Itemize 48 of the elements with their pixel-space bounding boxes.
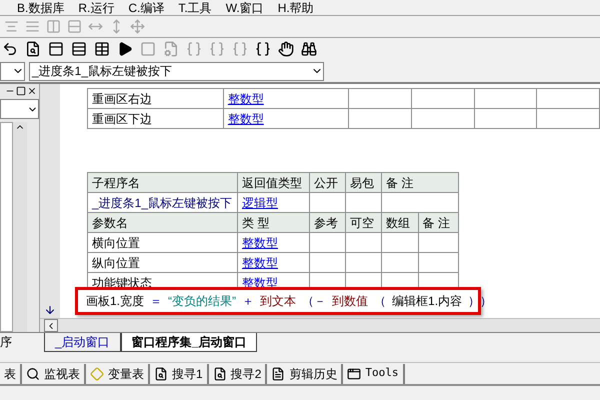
table-cell: 横向位置	[88, 232, 238, 252]
side-combo[interactable]	[0, 99, 39, 119]
braces-icon[interactable]	[255, 41, 271, 57]
find-document-icon[interactable]	[25, 41, 41, 57]
header-cell: 类 型	[238, 212, 310, 232]
panel-top-icon[interactable]	[48, 41, 64, 57]
binoculars-icon[interactable]	[301, 41, 317, 57]
document-icon	[271, 366, 286, 380]
undo-icon[interactable]	[2, 41, 18, 57]
side-panel-tab[interactable]: 序	[0, 333, 40, 351]
editor-tab[interactable]: 窗口程序集_启动窗口	[120, 333, 258, 352]
menu-item[interactable]: H.帮助	[278, 0, 314, 14]
header-cell: 数组	[382, 212, 418, 232]
table-cell: 纵向位置	[88, 252, 238, 272]
table-cell: 重画区右边	[88, 88, 224, 108]
table-cell: 重画区下边	[88, 108, 224, 128]
horizontal-scrollbar[interactable]	[40, 318, 600, 332]
menu-item[interactable]: W.窗口	[226, 0, 264, 14]
header-cell: 返回值类型	[238, 172, 310, 192]
search-icon	[26, 366, 40, 380]
editor-tab[interactable]: _启动窗口	[44, 333, 121, 352]
hand-icon[interactable]	[278, 41, 294, 57]
code-line: 画板1.宽度 ＝ “变负的结果” ＋ 到文本 （－ 到数值 （ 编辑框1.内容 ））	[86, 293, 492, 310]
header-cell: 可空	[346, 212, 382, 232]
close-icon[interactable]	[27, 86, 37, 96]
menu-item[interactable]: C.编译	[128, 0, 164, 14]
header-cell: 易包	[346, 172, 382, 192]
header-cell: 参考	[310, 212, 346, 232]
find-document-icon	[212, 366, 227, 380]
scrollbar[interactable]	[13, 122, 27, 332]
header-cell: 备 注	[418, 212, 458, 232]
header-cell: 子程序名	[88, 172, 238, 192]
header-cell: 备 注	[382, 172, 458, 192]
play-icon[interactable]	[117, 41, 133, 57]
header-cell: 参数名	[88, 212, 238, 232]
window-icon	[347, 366, 362, 380]
table-icon[interactable]	[94, 41, 110, 57]
find-document-icon	[154, 366, 168, 380]
subroutine-combo[interactable]: _进度条1_鼠标左键被按下	[29, 62, 324, 80]
menu-item[interactable]: B.数据库	[17, 0, 64, 14]
menu-item[interactable]: R.运行	[78, 0, 114, 14]
down-arrow-icon	[44, 304, 56, 316]
header-cell: 公开	[310, 172, 346, 192]
rows-icon[interactable]	[71, 41, 87, 57]
object-combo[interactable]	[0, 62, 25, 80]
maximize-icon[interactable]	[16, 86, 26, 96]
menu-item[interactable]: T.工具	[178, 0, 212, 14]
diamond-icon	[90, 366, 104, 380]
